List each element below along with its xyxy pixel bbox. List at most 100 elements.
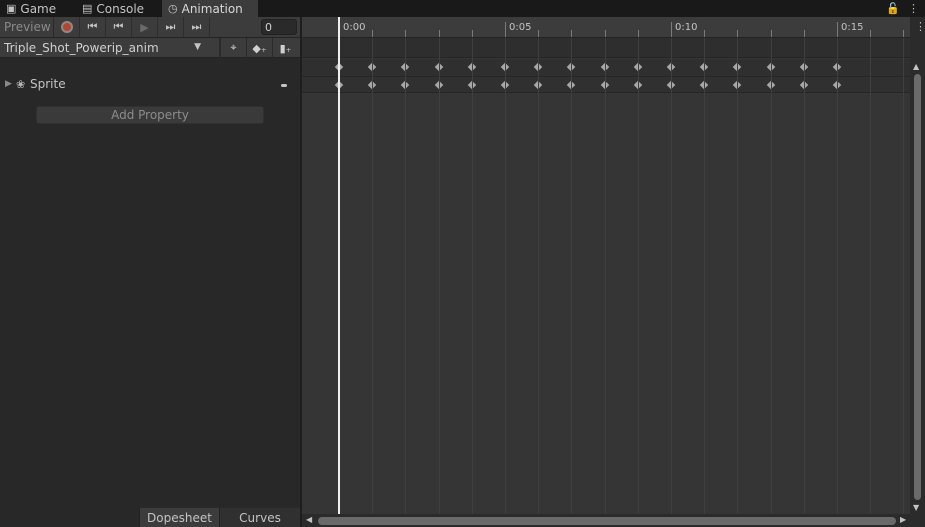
- ruler-minor-tick: [472, 30, 473, 37]
- record-icon: [60, 21, 73, 33]
- clip-selector[interactable]: Triple_Shot_Powerip_anim ▼: [0, 38, 220, 58]
- ruler-minor-tick: [571, 30, 572, 37]
- scroll-right-icon[interactable]: ▶: [900, 515, 906, 524]
- tab-animation[interactable]: ◷ Animation: [162, 0, 258, 17]
- skip-to-start-icon: ⏮: [87, 20, 98, 33]
- expand-triangle-icon[interactable]: ▶: [5, 79, 12, 89]
- view-mode-tabs: Dopesheet Curves: [0, 507, 300, 527]
- grid-line: [771, 38, 772, 518]
- filter-by-selection-button[interactable]: ⌖: [220, 38, 246, 58]
- window-menu-icon[interactable]: ⋮: [908, 2, 919, 15]
- skip-to-end-icon: ⏭: [191, 20, 202, 33]
- play-button[interactable]: ▶: [132, 17, 158, 37]
- ruler-label: 0:10: [675, 22, 698, 33]
- ruler-minor-tick: [737, 30, 738, 37]
- horizontal-scrollbar[interactable]: ◀ ▶: [302, 514, 910, 527]
- ruler-minor-tick: [638, 30, 639, 37]
- grid-line: [903, 38, 904, 518]
- step-back-icon: ⏮: [113, 20, 124, 33]
- first-keyframe-button[interactable]: ⏮: [80, 17, 106, 37]
- step-forward-icon: ⏭: [165, 20, 176, 33]
- grid-line: [472, 38, 473, 518]
- tab-curves[interactable]: Curves: [219, 507, 300, 527]
- scroll-down-icon[interactable]: ▼: [913, 503, 919, 512]
- property-row-sprite[interactable]: ▶ ❀ Sprite: [0, 77, 300, 93]
- ruler-minor-tick: [538, 30, 539, 37]
- remove-property-icon[interactable]: [281, 84, 287, 87]
- ruler-major-tick: [505, 22, 506, 37]
- horizontal-scroll-thumb[interactable]: [318, 517, 896, 525]
- grid-line: [439, 38, 440, 518]
- clip-toolbar: Triple_Shot_Powerip_anim ▼ ⌖ ◆₊ ▮₊: [0, 38, 300, 58]
- ruler-minor-tick: [903, 30, 904, 37]
- tab-animation-label: Animation: [181, 1, 243, 16]
- grid-line: [538, 38, 539, 518]
- event-row[interactable]: [302, 38, 910, 58]
- ruler-minor-tick: [405, 30, 406, 37]
- dopesheet-timeline[interactable]: 0:00 0:05 0:10 0:15 ⋮ ▲ ▼ ◀ ▶: [302, 17, 925, 527]
- play-icon: ▶: [140, 20, 149, 34]
- preview-button[interactable]: Preview: [0, 17, 54, 37]
- clock-icon: ◷: [168, 2, 178, 15]
- lock-icon[interactable]: 🔓: [886, 2, 900, 15]
- scroll-left-icon[interactable]: ◀: [306, 515, 312, 524]
- time-ruler[interactable]: 0:00 0:05 0:10 0:15: [302, 17, 910, 38]
- gamepad-icon: ▣: [6, 2, 17, 15]
- grid-line: [804, 38, 805, 518]
- previous-keyframe-button[interactable]: ⏮: [106, 17, 132, 37]
- vertical-scrollbar[interactable]: ⋮ ▲ ▼: [910, 17, 925, 527]
- scroll-up-icon[interactable]: ▲: [913, 62, 919, 71]
- playback-toolbar: Preview ⏮ ⏮ ▶ ⏭ ⏭ 0: [0, 17, 300, 38]
- ruler-minor-tick: [704, 30, 705, 37]
- animation-hierarchy-panel: Preview ⏮ ⏮ ▶ ⏭ ⏭ 0 Triple_Shot_Powerip_…: [0, 17, 300, 527]
- grid-line: [671, 38, 672, 518]
- tab-dopesheet[interactable]: Dopesheet: [139, 507, 219, 527]
- add-keyframe-button[interactable]: ◆₊: [246, 38, 272, 58]
- sprite-renderer-icon: ❀: [16, 78, 26, 91]
- grid-line: [737, 38, 738, 518]
- clip-name: Triple_Shot_Powerip_anim: [4, 41, 159, 55]
- crosshair-icon: ⌖: [230, 41, 237, 54]
- ruler-minor-tick: [372, 30, 373, 37]
- frame-input[interactable]: 0: [261, 19, 297, 35]
- window-controls: 🔓 ⋮: [886, 0, 919, 17]
- ruler-label: 0:15: [841, 22, 864, 33]
- add-property-button[interactable]: Add Property: [36, 106, 264, 124]
- grid-line: [870, 38, 871, 518]
- sprite-keyframe-row[interactable]: [302, 76, 910, 93]
- property-label: Sprite: [30, 77, 66, 91]
- console-icon: ▤: [82, 2, 93, 15]
- last-keyframe-button[interactable]: ⏭: [184, 17, 210, 37]
- grid-line: [605, 38, 606, 518]
- ruler-minor-tick: [439, 30, 440, 37]
- grid-line: [638, 38, 639, 518]
- add-event-icon: ▮₊: [279, 41, 292, 55]
- ruler-label: 0:05: [509, 22, 532, 33]
- grid-line: [571, 38, 572, 518]
- ruler-label: 0:00: [343, 22, 366, 33]
- record-button[interactable]: [54, 17, 80, 37]
- playhead[interactable]: [338, 17, 340, 519]
- ruler-minor-tick: [804, 30, 805, 37]
- grid-line: [837, 38, 838, 518]
- ruler-major-tick: [671, 22, 672, 37]
- next-keyframe-button[interactable]: ⏭: [158, 17, 184, 37]
- tab-game[interactable]: ▣ Game: [0, 0, 62, 17]
- timeline-menu-icon[interactable]: ⋮: [915, 20, 925, 33]
- ruler-major-tick: [837, 22, 838, 37]
- ruler-minor-tick: [605, 30, 606, 37]
- window-tab-bar: ▣ Game ▤ Console ◷ Animation 🔓 ⋮: [0, 0, 925, 17]
- tab-console[interactable]: ▤ Console: [76, 0, 150, 17]
- grid-line: [405, 38, 406, 518]
- grid-line: [505, 38, 506, 518]
- grid-line: [704, 38, 705, 518]
- ruler-minor-tick: [771, 30, 772, 37]
- tab-console-label: Console: [96, 1, 145, 16]
- vertical-scroll-thumb[interactable]: [914, 74, 921, 500]
- ruler-minor-tick: [870, 30, 871, 37]
- summary-keyframe-row[interactable]: [302, 59, 910, 76]
- add-event-button[interactable]: ▮₊: [272, 38, 298, 58]
- grid-line: [372, 38, 373, 518]
- tab-game-label: Game: [20, 1, 57, 16]
- chevron-down-icon: ▼: [194, 42, 201, 52]
